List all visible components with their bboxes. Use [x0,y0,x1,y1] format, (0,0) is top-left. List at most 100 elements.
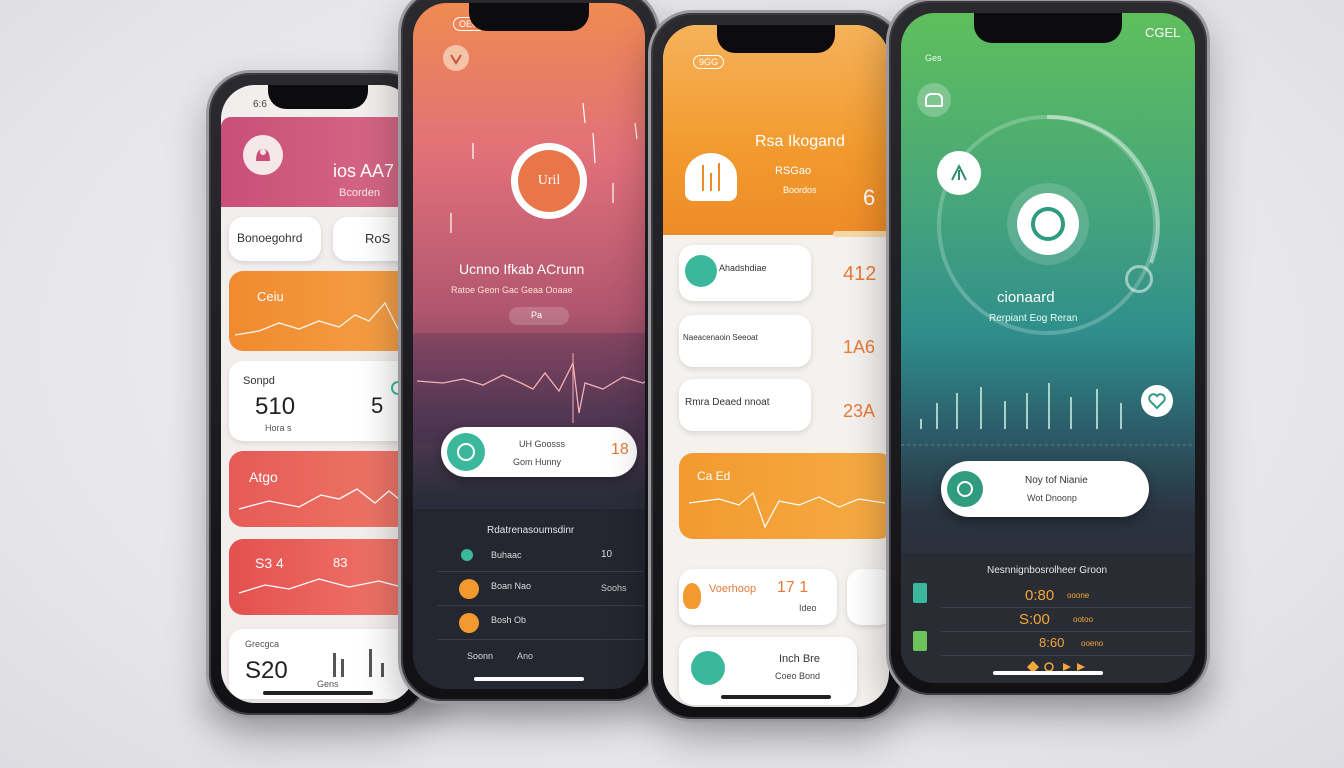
center-logo-icon [1007,183,1089,265]
coral-chart-card-2[interactable]: S3 4 83 [229,539,415,615]
bottom-side-card[interactable] [847,569,889,625]
sparkline [238,488,410,510]
time-row[interactable]: 8:60 ooeno [941,633,1191,656]
pill-value: 18 [611,441,629,458]
phone-1-screen: 6:6 ios AA7 Bcorden Bonoegohrd RoS Ceiu … [221,85,415,703]
tab-label[interactable]: Pa [509,307,569,325]
sidebar-bar-icon [913,583,927,603]
header-title: ios AA7 [333,161,395,181]
flame-icon [683,583,701,609]
row-suffix: ooone [1067,591,1090,600]
app-title: Ucnno Ifkab ACrunn [459,261,585,277]
pill-label: Bonoegohrd [237,231,303,245]
home-indicator [263,691,373,695]
heart-icon[interactable] [1141,385,1173,417]
pill-line2: Gom Hunny [513,457,562,467]
app-subtitle: Rerpiant Eog Reran [989,313,1078,324]
pulse-icon [447,433,485,471]
pill-line1: UH Goosss [519,439,566,449]
pill-line2: Wot Dnoonp [1027,493,1077,503]
chart-thumbnail [685,153,737,201]
home-indicator [474,677,584,681]
progress-strip [833,231,889,237]
row-value: Ano [517,651,534,661]
stat-card[interactable]: Sonpd 510 5 Hora s [229,361,415,441]
logo-text: Uril [537,173,561,188]
pulse-icon [685,255,717,287]
phone-1: 6:6 ios AA7 Bcorden Bonoegohrd RoS Ceiu … [206,70,430,718]
stat-foot: Hora s [265,423,292,433]
bottom-value: 17 1 [777,579,809,596]
phone-4-screen: Ges CGEL cionaard Rerpiant Eog Reran Noy… [901,13,1195,683]
action-pill[interactable]: UH Goosss Gom Hunny 18 [441,427,637,477]
pill-line1: Noy tof Nianie [1025,475,1088,486]
list-row[interactable]: Buhaac 10 [437,545,643,572]
avatar-icon [243,135,283,175]
time-row[interactable]: S:00 ootoo [941,609,1191,632]
action-pill[interactable]: Noy tof Nianie Wot Dnoonp [941,461,1149,517]
list-row[interactable]: Soonn Ano [437,647,643,673]
profile-icon[interactable] [917,83,951,117]
pill-label: RoS [365,231,391,246]
phone-2-screen: OEG Uril Ucnno Ifkab ACrunn Ratoe Geon G… [413,3,645,689]
status-badge: 9GG [693,55,725,69]
row-label: Ahadshdiae [719,263,767,273]
row-label: Buhaac [491,550,522,560]
phone-3: 9GG Rsa Ikogand RSGao Boordos 6 Ahadshdi… [648,10,904,722]
home-indicator [993,671,1103,675]
time-row[interactable]: 0:80 ooone [941,585,1191,608]
app-logo-inner: Uril [518,150,580,212]
header-sub2: Boordos [783,185,817,195]
notch [717,25,835,53]
notch [268,85,368,109]
stat-side: 5 [371,393,384,418]
bottom-controls [1027,661,1085,673]
list-card[interactable]: Rmra Deaed nnoat [679,379,811,431]
list-row[interactable]: Boan Nao Soohs [437,577,643,606]
check-circle-icon [947,471,983,507]
row-suffix: ooeno [1081,639,1104,648]
row-suffix: ootoo [1073,615,1094,624]
card2-line1: Inch Bre [779,653,820,665]
pill-button-left[interactable]: Bonoegohrd [229,217,321,261]
coral-chart-card[interactable]: Atgo [229,451,415,527]
phone-4: Ges CGEL cionaard Rerpiant Eog Reran Noy… [886,0,1210,698]
pulse-icon [691,651,725,685]
header-title: Rsa Ikogand [755,133,845,150]
stat-value: 510 [255,393,296,420]
status-right: CGEL [1145,25,1181,40]
alarm-icon [459,579,479,599]
orange-chart-card[interactable]: Ceiu [229,271,415,351]
app-title: cionaard [997,289,1055,306]
bottom-card[interactable]: Voerhoop 17 1 Ideo [679,569,837,625]
row-value: 23A [843,401,876,421]
search-ring-icon [1125,265,1153,293]
app-subtitle: Ratoe Geon Gac Geaa Ooaae [451,285,573,295]
bottom-stat-card[interactable]: Grecgca S20 Gens [229,629,415,699]
tab-text: Pa [531,310,543,320]
list-row[interactable]: Bosh Ob [437,611,643,640]
row-label: Naeacenaoin Seeoat [683,333,758,342]
row-label: Bosh Ob [491,615,527,625]
list-card[interactable]: Ahadshdiae [679,245,811,301]
card2-line2: Coeo Bond [775,671,821,681]
row-label: Boan Nao [491,581,532,591]
header-number: 6 [863,185,876,210]
row-value: 0:80 [1025,587,1055,604]
status-left: Ges [925,53,942,63]
home-indicator [721,695,831,699]
stat-title: Sonpd [243,375,275,387]
row-value: 412 [843,263,877,285]
row-value: Soohs [601,583,627,593]
list-card[interactable]: Naeacenaoin Seeoat [679,315,811,367]
status-time: 6:6 [253,99,267,110]
row-value: 1A6 [843,337,876,357]
section-title: Nesnnignbosrolheer Groon [987,565,1108,576]
section-title: Rdatrenasoumsdinr [487,525,575,536]
orange-chart-card[interactable]: Ca Ed [679,453,889,539]
header-subtitle: Bcorden [339,187,380,199]
sparkline [234,301,414,336]
row-value: 8:60 [1039,635,1065,650]
row-label: Soonn [467,651,494,661]
bottom-label: Voerhoop [709,583,757,595]
